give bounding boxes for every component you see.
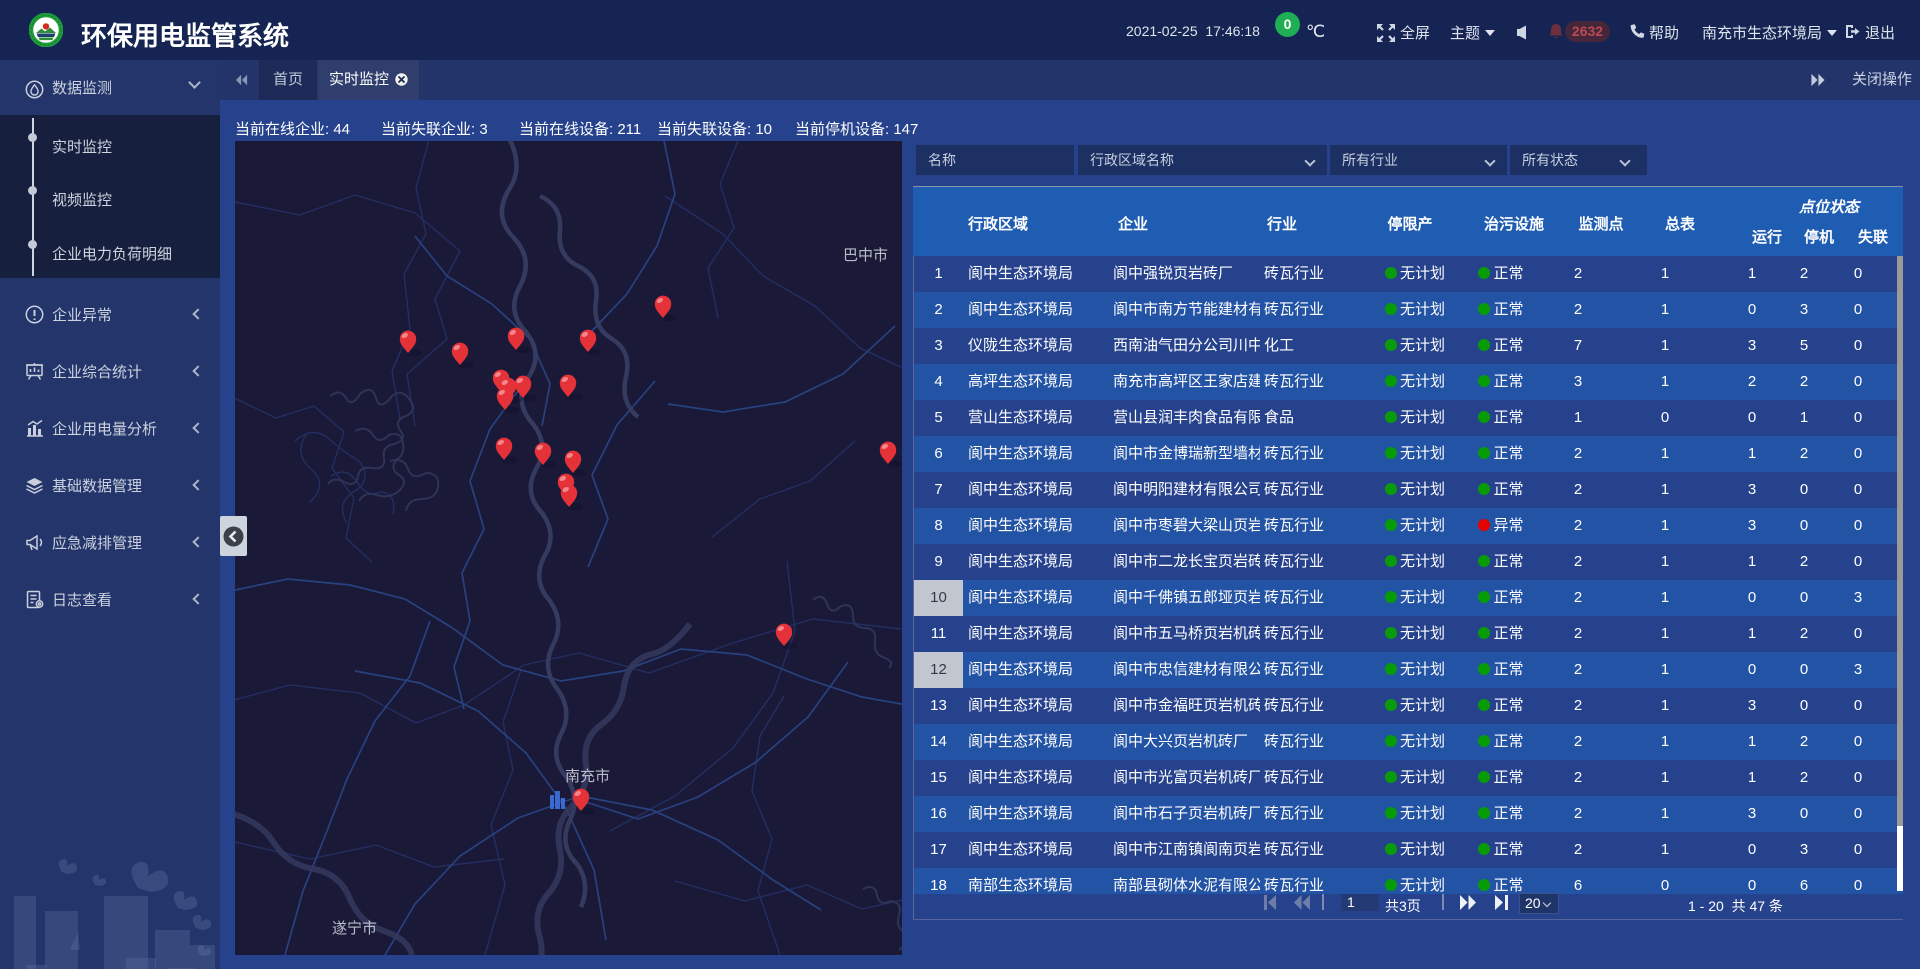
svg-text:巴中市: 巴中市 <box>843 247 888 264</box>
svg-text:遂宁市: 遂宁市 <box>332 920 377 937</box>
svg-text:南充市: 南充市 <box>565 768 610 785</box>
